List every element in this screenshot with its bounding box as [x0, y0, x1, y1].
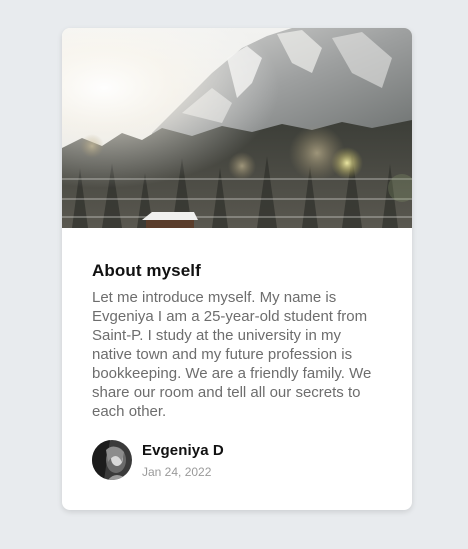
author-info: Evgeniya D Jan 24, 2022 — [142, 442, 224, 479]
card-body-text: Let me introduce myself. My name is Evge… — [92, 289, 372, 420]
cover-image — [62, 28, 412, 228]
card-content: About myself Let me introduce myself. My… — [92, 260, 384, 421]
card-title: About myself — [92, 261, 201, 280]
author-block: Evgeniya D Jan 24, 2022 — [92, 440, 224, 480]
avatar[interactable] — [92, 440, 132, 480]
post-date: Jan 24, 2022 — [142, 464, 212, 479]
profile-card: About myself Let me introduce myself. My… — [62, 28, 412, 510]
author-name[interactable]: Evgeniya D — [142, 442, 224, 460]
